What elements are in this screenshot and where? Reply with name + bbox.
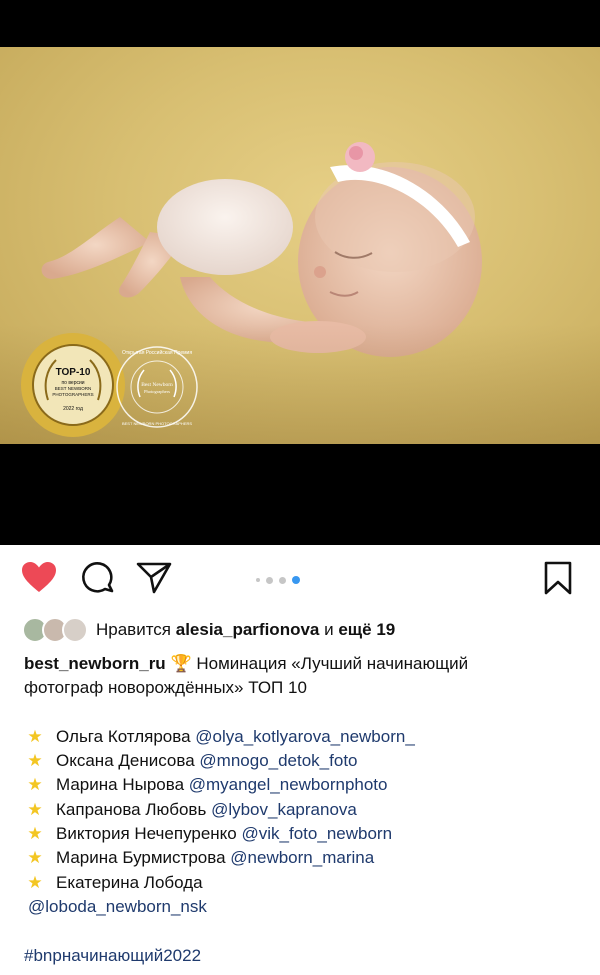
entry-mention[interactable]: @vik_foto_newborn	[242, 824, 393, 843]
list-item: ★ Ольга Котлярова @olya_kotlyarova_newbor…	[24, 725, 580, 749]
comment-icon[interactable]	[78, 558, 118, 598]
carousel-dot	[279, 576, 286, 584]
likes-prefix: Нравится	[96, 620, 172, 639]
entry-mention[interactable]: @loboda_newborn_nsk	[28, 897, 207, 916]
bnp-seal: Открытая Российская Премия Best Newborn …	[116, 346, 198, 428]
caption-title-line2: фотограф новорождённых» ТОП 10	[24, 678, 307, 698]
star-icon: ★	[27, 726, 43, 746]
list-item: ★ Марина Бурмистрова @newborn_marina	[24, 846, 580, 870]
entry-name: Марина Нырова	[56, 775, 185, 795]
seal-center1: Best Newborn	[141, 382, 173, 388]
seal-center2: Photographers	[144, 389, 170, 394]
heart-icon[interactable]	[19, 558, 59, 598]
caption-author[interactable]: best_newborn_ru	[24, 654, 166, 673]
list-item: ★ Виктория Нечепуренко @vik_foto_newborn	[24, 822, 580, 846]
newborn-photo: TOP-10 по версии BEST NEWBORN PHOTOGRAPH…	[0, 47, 600, 444]
send-icon[interactable]	[134, 558, 174, 598]
carousel-dot	[256, 578, 260, 582]
entry-name: Оксана Денисова	[56, 751, 195, 771]
entry-mention[interactable]: @olya_kotlyarova_newborn_	[195, 727, 415, 746]
likes-more[interactable]: ещё 19	[338, 620, 395, 639]
star-icon: ★	[27, 799, 43, 819]
star-icon: ★	[27, 775, 43, 795]
entry-mention[interactable]: @lybov_kapranova	[211, 800, 357, 819]
carousel-indicator	[256, 576, 300, 584]
liker-username[interactable]: alesia_parfionova	[176, 620, 320, 639]
star-icon: ★	[27, 848, 43, 868]
entry-mention[interactable]: @mnogo_detok_foto	[199, 751, 357, 770]
entry-name: Капранова Любовь	[56, 799, 207, 819]
list-item: ★ Оксана Денисова @mnogo_detok_foto	[24, 749, 580, 773]
carousel-dot	[266, 576, 273, 584]
list-item: ★ Капранова Любовь @lybov_kapranova	[24, 798, 580, 822]
list-item: ★ Екатерина Лобода	[24, 871, 580, 895]
badge-line4: PHOTOGRAPHERS	[52, 392, 93, 397]
entry-mention[interactable]: @myangel_newbornphoto	[189, 775, 388, 794]
entry-name: Виктория Нечепуренко	[56, 824, 237, 844]
seal-bottom: BEST NEWBORN PHOTOGRAPHERS	[122, 421, 192, 426]
likes-row[interactable]: Нравится alesia_parfionova и ещё 19	[22, 616, 395, 644]
entry-mention[interactable]: @newborn_marina	[230, 848, 374, 867]
entry-name: Екатерина Лобода	[56, 872, 203, 892]
liker-avatars[interactable]	[22, 616, 88, 644]
trophy-icon: 🏆	[170, 654, 192, 673]
avatar[interactable]	[62, 617, 88, 643]
carousel-dot-active	[292, 576, 300, 584]
caption-title-line1: Номинация «Лучший начинающий	[196, 654, 469, 673]
entry-name: Ольга Котлярова	[56, 726, 191, 746]
bookmark-icon[interactable]	[538, 558, 578, 598]
seal-arc: Открытая Российская Премия	[122, 349, 192, 356]
hashtag-link[interactable]: #bnpначинающий2022	[24, 946, 201, 965]
star-icon: ★	[27, 751, 43, 771]
star-icon: ★	[27, 872, 43, 892]
badge-year: 2022 год	[63, 406, 83, 412]
likes-text: Нравится alesia_parfionova и ещё 19	[96, 620, 395, 640]
action-bar	[0, 558, 600, 602]
post-caption: best_newborn_ru 🏆 Номинация «Лучший начи…	[24, 652, 580, 968]
badge-line3: BEST NEWBORN	[55, 386, 91, 391]
entry-name: Марина Бурмистрова	[56, 848, 226, 868]
badge-top-text: TOP-10	[56, 367, 91, 378]
list-item: ★ Марина Нырова @myangel_newbornphoto	[24, 773, 580, 797]
star-icon: ★	[27, 824, 43, 844]
post-media[interactable]: TOP-10 по версии BEST NEWBORN PHOTOGRAPH…	[0, 0, 600, 545]
likes-conj: и	[324, 620, 334, 639]
